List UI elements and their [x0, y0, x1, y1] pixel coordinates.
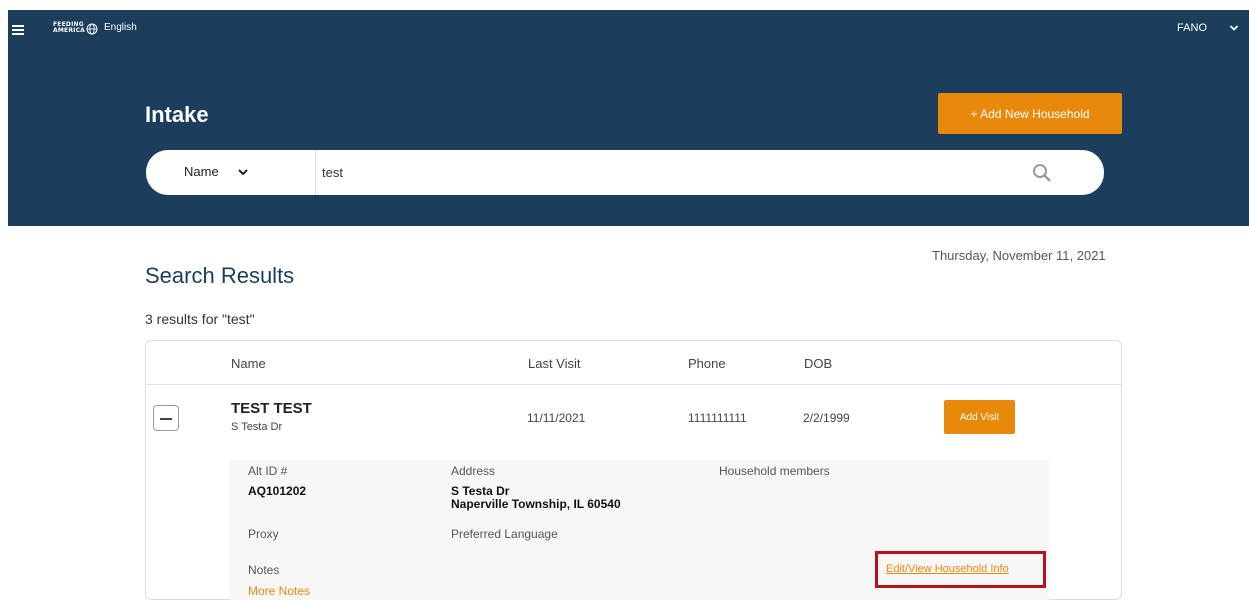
search-results-heading: Search Results: [145, 263, 295, 288]
household-street: S Testa Dr: [231, 421, 283, 433]
feeding-america-logo[interactable]: FEEDING AMERICA: [53, 22, 85, 34]
household-name: TEST TEST: [231, 400, 312, 417]
results-count: 3 results for "test": [145, 311, 255, 327]
current-date: Thursday, November 11, 2021: [932, 248, 1106, 263]
minus-icon: [160, 418, 172, 420]
search-input[interactable]: [322, 150, 1002, 195]
chevron-down-icon[interactable]: [1229, 23, 1239, 33]
household-members-label: Household members: [719, 464, 830, 478]
address-line2: Naperville Township, IL 60540: [451, 497, 621, 511]
edit-view-household-link[interactable]: Edit/View Household Info: [886, 563, 1009, 575]
header-banner: FEEDING AMERICA English FANO Intake + Ad…: [8, 10, 1249, 226]
search-type-dropdown[interactable]: Name: [146, 150, 316, 195]
search-icon[interactable]: [1032, 163, 1052, 183]
search-bar: Name: [146, 150, 1104, 195]
chevron-down-icon: [238, 169, 248, 176]
user-menu[interactable]: FANO: [1177, 22, 1207, 34]
preferred-language-label: Preferred Language: [451, 527, 558, 541]
last-visit-value: 11/11/2021: [527, 411, 586, 425]
divider: [146, 384, 1121, 385]
address-line1: S Testa Dr: [451, 484, 510, 498]
search-type-label: Name: [184, 164, 219, 179]
top-bar: FEEDING AMERICA English FANO: [8, 10, 1249, 44]
globe-icon[interactable]: [86, 23, 98, 35]
notes-label: Notes: [248, 563, 280, 577]
add-new-household-button[interactable]: + Add New Household: [938, 93, 1122, 134]
dob-value: 2/2/1999: [803, 411, 850, 425]
column-header-name: Name: [231, 356, 266, 371]
proxy-label: Proxy: [248, 527, 279, 541]
page-title: Intake: [145, 102, 209, 127]
hamburger-menu-icon[interactable]: [12, 25, 24, 35]
column-header-last-visit: Last Visit: [528, 356, 581, 371]
address-label: Address: [451, 464, 496, 478]
alt-id-value: AQ101202: [248, 484, 307, 498]
column-header-dob: DOB: [804, 356, 833, 371]
alt-id-label: Alt ID #: [248, 464, 288, 478]
add-visit-button[interactable]: Add Visit: [944, 400, 1015, 434]
collapse-row-button[interactable]: [153, 405, 179, 431]
more-notes-link[interactable]: More Notes: [248, 584, 310, 598]
language-selector[interactable]: English: [104, 22, 137, 33]
column-header-phone: Phone: [688, 356, 726, 371]
phone-value: 1111111111: [688, 411, 747, 425]
